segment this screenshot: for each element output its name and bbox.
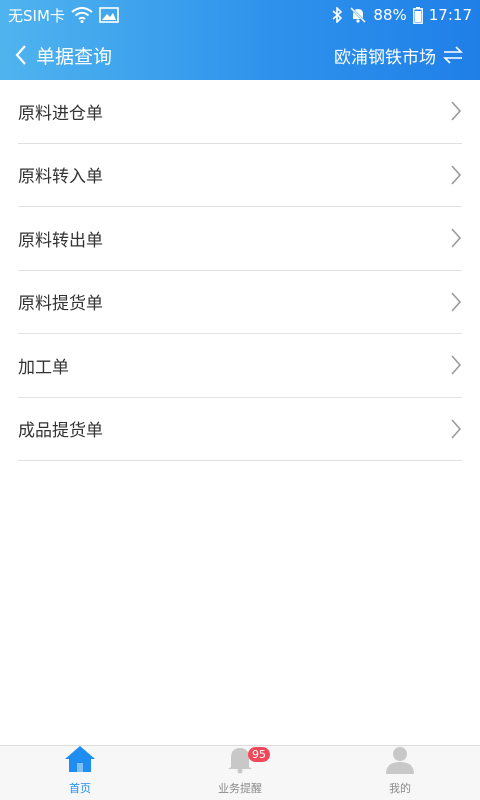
- person-icon[interactable]: [383, 744, 417, 778]
- back-button[interactable]: 单据查询: [14, 42, 112, 69]
- navbar: 单据查询 欧浦钢铁市场: [0, 30, 480, 80]
- chevron-right-icon: [450, 164, 462, 186]
- mute-bell-icon: [349, 7, 367, 23]
- bottom-tab-bar: 首页 95 业务提醒 我的: [0, 745, 480, 800]
- list-item-label: 原料进仓单: [18, 103, 103, 124]
- page-title: 单据查询: [36, 45, 113, 68]
- bluetooth-icon: [331, 7, 343, 23]
- tab-profile[interactable]: 我的: [320, 746, 480, 800]
- chevron-left-icon[interactable]: [14, 44, 28, 66]
- battery-text: 88%: [373, 6, 407, 24]
- market-switch-button[interactable]: 欧浦钢铁市场: [334, 43, 464, 68]
- list-item[interactable]: 原料转入单: [18, 144, 462, 207]
- list-item-label: 原料转入单: [18, 167, 103, 188]
- list-item-label: 原料转出单: [18, 230, 103, 251]
- document-list: 原料进仓单 原料转入单 原料转出单 原料提货单 加工单 成品提货单: [18, 80, 462, 461]
- tab-home[interactable]: 首页: [0, 746, 160, 800]
- list-item[interactable]: 成品提货单: [18, 398, 462, 461]
- market-name: 欧浦钢铁市场: [334, 47, 436, 68]
- chevron-right-icon: [450, 418, 462, 440]
- wifi-icon: [71, 7, 93, 23]
- list-item[interactable]: 原料进仓单: [18, 80, 462, 144]
- carrier-text: 无SIM卡: [8, 6, 65, 25]
- tab-label: 首页: [69, 782, 91, 795]
- list-item-label: 加工单: [18, 357, 69, 378]
- tab-reminders[interactable]: 95 业务提醒: [160, 746, 320, 800]
- switch-arrows-icon[interactable]: [442, 45, 464, 65]
- list-item[interactable]: 原料提货单: [18, 271, 462, 334]
- notification-badge: 95: [248, 747, 270, 762]
- list-item[interactable]: 加工单: [18, 334, 462, 398]
- tab-label: 业务提醒: [218, 782, 262, 795]
- list-item-label: 原料提货单: [18, 294, 103, 315]
- list-item-label: 成品提货单: [18, 421, 103, 442]
- chevron-right-icon: [450, 354, 462, 376]
- chevron-right-icon: [450, 100, 462, 122]
- tab-label: 我的: [389, 782, 411, 795]
- list-item[interactable]: 原料转出单: [18, 207, 462, 271]
- app-header: 无SIM卡 88% 17:17 单据查询 欧浦钢铁市场: [0, 0, 480, 80]
- battery-icon: [412, 6, 423, 24]
- status-bar: 无SIM卡 88% 17:17: [0, 0, 480, 30]
- chevron-right-icon: [450, 291, 462, 313]
- chevron-right-icon: [450, 227, 462, 249]
- image-icon: [99, 7, 119, 23]
- home-icon[interactable]: [63, 744, 97, 778]
- clock-text: 17:17: [428, 6, 472, 24]
